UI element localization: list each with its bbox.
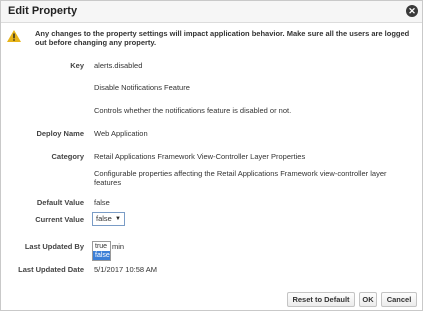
current-value-dropdown: true false [92,241,111,261]
category-description: Configurable properties affecting the Re… [94,169,387,187]
ok-button[interactable]: OK [359,292,377,307]
warning-text: Any changes to the property settings wil… [35,29,410,47]
key-label: Key [70,61,84,70]
option-true[interactable]: true [93,242,110,251]
deploy-name-value: Web Application [94,129,148,138]
dialog-titlebar: Edit Property ✕ [1,1,422,23]
dialog-title: Edit Property [8,5,78,17]
default-value-label: Default Value [36,198,84,207]
close-icon[interactable]: ✕ [406,5,418,17]
last-updated-date-label: Last Updated Date [18,265,84,274]
deploy-name-label: Deploy Name [36,129,84,138]
current-value-select[interactable]: false ▼ [92,212,125,226]
category-label: Category [51,152,84,161]
current-value-selected: false [96,214,112,223]
last-updated-by-value: min [112,242,125,251]
edit-property-dialog: Edit Property ✕ Any changes to the prope… [0,0,423,311]
default-value: false [94,198,110,207]
warning-icon [7,30,21,42]
category-value: Retail Applications Framework View-Contr… [94,152,306,161]
key-name: Disable Notifications Feature [94,83,190,92]
last-updated-by-label: Last Updated By [24,242,84,251]
chevron-down-icon: ▼ [115,216,121,222]
reset-to-default-button[interactable]: Reset to Default [287,292,355,307]
key-value: alerts.disabled [94,61,143,70]
option-false[interactable]: false [93,251,110,260]
current-value-label: Current Value [35,215,84,224]
last-updated-date-value: 5/1/2017 10:58 AM [94,265,157,274]
key-description: Controls whether the notifications featu… [94,106,292,115]
cancel-button[interactable]: Cancel [381,292,417,307]
